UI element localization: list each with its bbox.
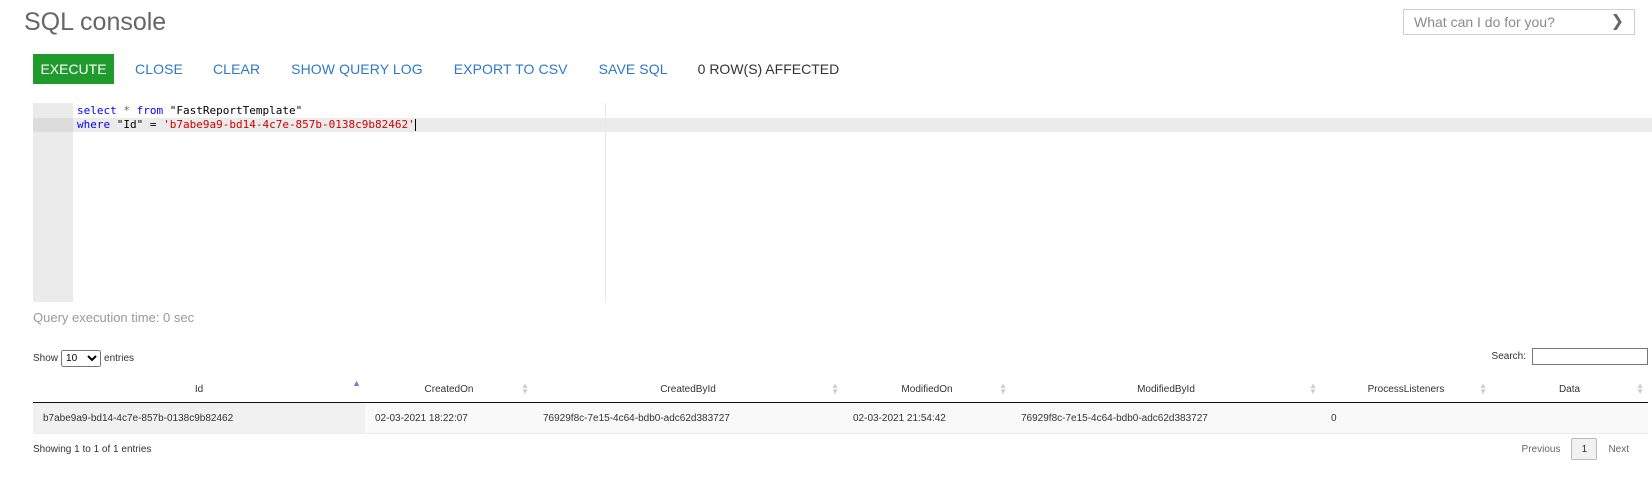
table-header-row: Id ▲ CreatedOn ▲ ▼ CreatedById ▲ ▼ ModifiedOn… <box>33 376 1648 403</box>
show-query-log-button[interactable]: SHOW QUERY LOG <box>291 61 423 77</box>
execute-button[interactable]: EXECUTE <box>33 54 114 84</box>
save-sql-button[interactable]: SAVE SQL <box>599 61 668 77</box>
previous-page-button[interactable]: Previous <box>1511 444 1572 455</box>
next-page-button[interactable]: Next <box>1597 444 1640 455</box>
code-line-2[interactable]: where "Id" = 'b7abe9a9-bd14-4c7e-857b-01… <box>77 118 416 132</box>
operator-star: * <box>116 104 137 117</box>
sort-icon: ▲ ▼ <box>1479 381 1487 396</box>
pagination: Previous 1 Next <box>1511 438 1640 460</box>
column-label: CreatedById <box>660 383 716 395</box>
sort-icon: ▲ ▼ <box>831 381 839 396</box>
table-search-input[interactable] <box>1532 348 1648 365</box>
show-entries: Show 10 entries <box>33 350 134 367</box>
column-label: ProcessListeners <box>1367 383 1445 395</box>
close-button[interactable]: CLOSE <box>135 61 183 77</box>
cell-processlisteners: 0 <box>1321 402 1491 434</box>
cell-createdon: 02-03-2021 18:22:07 <box>365 402 533 434</box>
global-search-placeholder: What can I do for you? <box>1414 14 1555 30</box>
column-header-modifiedon[interactable]: ModifiedOn ▲ ▼ <box>843 376 1011 403</box>
toolbar: EXECUTE CLOSE CLEAR SHOW QUERY LOG EXPOR… <box>33 54 839 84</box>
column-label: Id <box>194 383 204 395</box>
sort-icon: ▲ ▼ <box>1636 381 1644 396</box>
keyword-select: select <box>77 104 117 117</box>
active-gutter-line <box>33 118 73 132</box>
cell-id: b7abe9a9-bd14-4c7e-857b-0138c9b82462 <box>33 402 365 434</box>
string-literal: 'b7abe9a9-bd14-4c7e-857b-0138c9b82462' <box>163 118 415 131</box>
column-header-modifiedbyid[interactable]: ModifiedById ▲ ▼ <box>1011 376 1321 403</box>
page-size-select[interactable]: 10 <box>61 350 102 367</box>
sql-editor[interactable]: 1 2 select * from "FastReportTemplate" w… <box>33 103 1652 302</box>
search-label: Search: <box>1491 351 1526 362</box>
column-header-data[interactable]: Data ▲ ▼ <box>1491 376 1648 403</box>
column-header-id[interactable]: Id ▲ <box>33 376 365 403</box>
cell-data <box>1491 402 1648 434</box>
where-condition: "Id" = <box>110 118 164 131</box>
chevron-right-icon[interactable]: ❯ <box>1611 10 1624 34</box>
table-info: Showing 1 to 1 of 1 entries <box>33 444 152 455</box>
table-search: Search: <box>1492 348 1648 365</box>
global-search-input[interactable]: What can I do for you? ❯ <box>1403 9 1635 35</box>
column-header-createdon[interactable]: CreatedOn ▲ ▼ <box>365 376 533 403</box>
clear-button[interactable]: CLEAR <box>213 61 260 77</box>
sort-icon: ▲ ▼ <box>1309 381 1317 396</box>
cell-createdbyid: 76929f8c-7e15-4c64-bdb0-adc62d383727 <box>533 402 843 434</box>
text-cursor <box>414 119 416 131</box>
entries-label: entries <box>104 353 135 364</box>
column-label: ModifiedOn <box>901 383 953 395</box>
show-label: Show <box>33 353 59 364</box>
sort-icon: ▲ ▼ <box>999 381 1007 396</box>
cell-modifiedbyid: 76929f8c-7e15-4c64-bdb0-adc62d383727 <box>1011 402 1321 434</box>
results-table: Id ▲ CreatedOn ▲ ▼ CreatedById ▲ ▼ ModifiedOn… <box>33 376 1648 434</box>
page-1-button[interactable]: 1 <box>1571 438 1598 460</box>
column-header-createdbyid[interactable]: CreatedById ▲ ▼ <box>533 376 843 403</box>
export-to-csv-button[interactable]: EXPORT TO CSV <box>454 61 568 77</box>
code-line-1[interactable]: select * from "FastReportTemplate" <box>77 104 302 118</box>
table-row[interactable]: b7abe9a9-bd14-4c7e-857b-0138c9b82462 02-… <box>33 402 1648 434</box>
sort-icon: ▲ ▼ <box>521 381 529 396</box>
rows-affected-status: 0 ROW(S) AFFECTED <box>697 61 840 77</box>
column-label: ModifiedById <box>1137 383 1195 395</box>
cell-modifiedon: 02-03-2021 21:54:42 <box>843 402 1011 434</box>
column-label: CreatedOn <box>424 383 474 395</box>
column-label: Data <box>1558 383 1581 395</box>
column-header-processlisteners[interactable]: ProcessListeners ▲ ▼ <box>1321 376 1491 403</box>
execution-time: Query execution time: 0 sec <box>33 310 195 325</box>
sort-ascending-icon: ▲ <box>352 378 361 388</box>
keyword-from: from <box>136 104 164 117</box>
page-title: SQL console <box>24 8 167 36</box>
keyword-where: where <box>77 118 111 131</box>
print-margin <box>605 103 606 302</box>
editor-gutter <box>33 103 73 302</box>
table-identifier: "FastReportTemplate" <box>163 104 303 117</box>
